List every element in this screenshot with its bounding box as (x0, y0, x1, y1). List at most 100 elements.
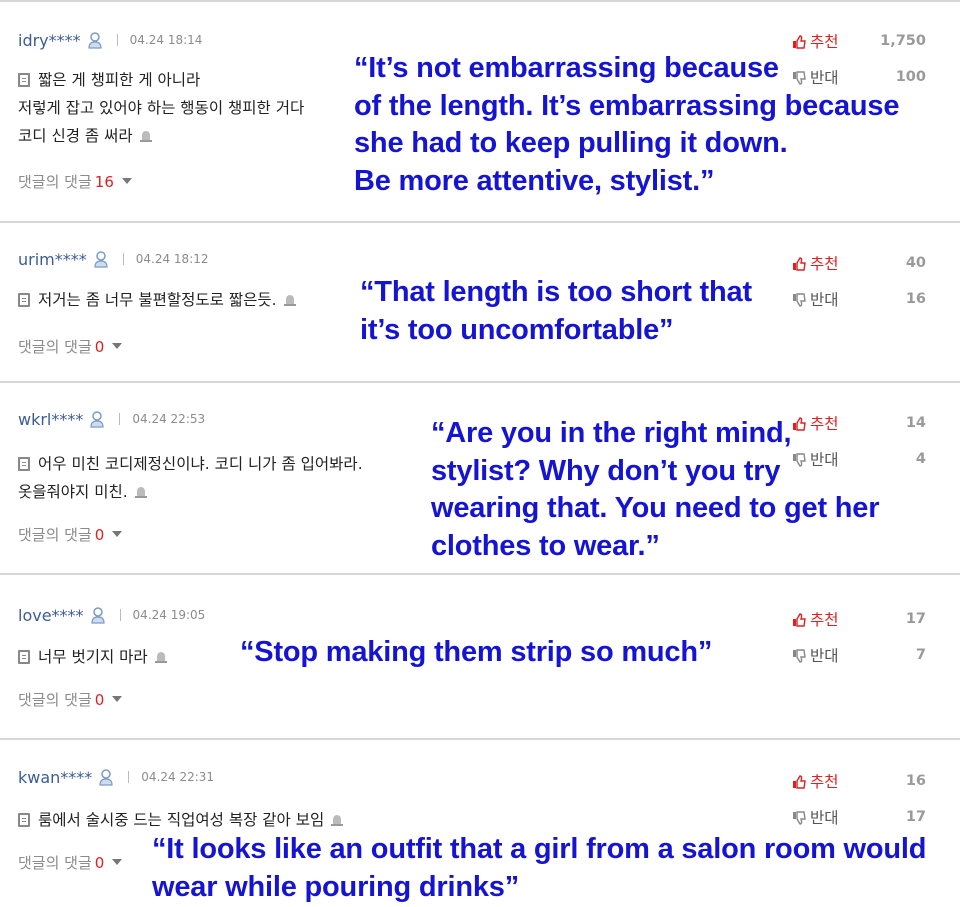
comment-date: 04.24 18:14 (129, 33, 203, 47)
comment-body: 짧은 게 챙피한 게 아니라 저렇게 잡고 있어야 하는 행동이 챙피한 거다 … (18, 66, 304, 150)
comment-item: kwan**** 04.24 22:31 룸에서 술시중 드는 직업여성 복장 … (0, 740, 960, 907)
comment-body: 룸에서 술시중 드는 직업여성 복장 같아 보임 (18, 806, 344, 834)
reply-toggle[interactable]: 댓글의 댓글 0 (18, 524, 123, 545)
reply-toggle[interactable]: 댓글의 댓글 16 (18, 171, 132, 192)
downvote-count: 4 (915, 451, 926, 467)
thumbs-down-icon (792, 810, 806, 825)
upvote-label: 추천 (810, 255, 839, 273)
comment-meta: idry**** 04.24 18:14 (18, 28, 202, 52)
document-icon (18, 650, 30, 664)
replies-label: 댓글의 댓글 (18, 691, 92, 709)
separator (119, 609, 121, 621)
upvote-button[interactable]: 추천 (792, 252, 839, 274)
thumbs-down-icon (792, 292, 806, 307)
downvote-count: 16 (905, 291, 926, 307)
translation-overlay: “It looks like an outfit that a girl fro… (152, 831, 926, 906)
user-profile-icon[interactable] (90, 606, 106, 624)
upvote-count: 17 (905, 611, 926, 627)
comment-item: love**** 04.24 19:05 너무 벗기지 마라 댓글의 댓글 0 추… (0, 575, 960, 738)
downvote-button[interactable]: 반대 (792, 288, 839, 310)
translation-line: “Are you in the right mind, (431, 417, 792, 449)
comment-username[interactable]: love**** (18, 606, 84, 625)
comment-username[interactable]: idry**** (18, 31, 81, 50)
user-profile-icon[interactable] (89, 410, 105, 428)
chevron-down-icon (112, 343, 123, 349)
upvote-label: 추천 (810, 611, 839, 629)
translation-line: “It looks like an outfit that a girl fro… (152, 833, 927, 865)
replies-label: 댓글의 댓글 (18, 526, 92, 544)
translation-overlay: “Are you in the right mind, stylist? Why… (431, 415, 880, 565)
translation-line: “That length is too short that (360, 276, 752, 308)
user-profile-icon[interactable] (98, 768, 114, 786)
comment-line: 저렇게 잡고 있어야 하는 행동이 챙피한 거다 (18, 99, 305, 117)
comment-meta: love**** 04.24 19:05 (18, 603, 205, 627)
downvote-button[interactable]: 반대 (792, 644, 839, 666)
comment-line: 너무 벗기지 마라 (38, 648, 148, 666)
upvote-button[interactable]: 추천 (792, 30, 839, 52)
replies-label: 댓글의 댓글 (18, 338, 92, 356)
upvote-button[interactable]: 추천 (792, 770, 839, 792)
document-icon (18, 293, 30, 307)
upvote-count: 16 (905, 773, 926, 789)
comment-meta: kwan**** 04.24 22:31 (18, 765, 214, 789)
comment-date: 04.24 22:31 (141, 770, 215, 784)
downvote-count: 17 (905, 809, 926, 825)
thumbs-up-icon (792, 612, 806, 627)
comment-line: 저거는 좀 너무 불편할정도로 짧은듯. (38, 291, 277, 309)
separator (116, 34, 118, 46)
downvote-label: 반대 (810, 647, 839, 665)
translation-overlay: “It’s not embarrassing because of the le… (354, 50, 899, 200)
downvote-count: 100 (895, 69, 926, 85)
downvote-button[interactable]: 반대 (792, 806, 839, 828)
translation-line: wearing that. You need to get her (431, 492, 880, 524)
reply-toggle[interactable]: 댓글의 댓글 0 (18, 689, 123, 710)
upvote-count: 40 (905, 255, 926, 271)
translation-overlay: “That length is too short that it’s too … (360, 274, 752, 349)
comment-item: idry**** 04.24 18:14 짧은 게 챙피한 게 아니라 저렇게 … (0, 0, 960, 221)
comment-username[interactable]: wkrl**** (18, 410, 83, 429)
comment-username[interactable]: kwan**** (18, 768, 92, 787)
thumbs-up-icon (792, 34, 806, 49)
reply-count: 0 (94, 526, 105, 544)
reply-toggle[interactable]: 댓글의 댓글 0 (18, 852, 123, 873)
report-icon[interactable] (283, 288, 297, 306)
translation-line: wear while pouring drinks” (152, 870, 520, 903)
downvote-label: 반대 (810, 291, 839, 309)
comment-item: wkrl**** 04.24 22:53 어우 미친 코디제정신이냐. 코디 니… (0, 383, 960, 573)
user-profile-icon[interactable] (87, 31, 103, 49)
comment-meta: urim**** 04.24 18:12 (18, 247, 209, 271)
comment-line: 코디 신경 좀 써라 (18, 127, 133, 145)
comment-line: 어우 미친 코디제정신이냐. 코디 니가 좀 입어봐라. (38, 455, 363, 473)
reply-toggle[interactable]: 댓글의 댓글 0 (18, 336, 123, 357)
chevron-down-icon (112, 696, 123, 702)
user-profile-icon[interactable] (93, 250, 109, 268)
comment-body: 너무 벗기지 마라 (18, 643, 168, 671)
chevron-down-icon (112, 859, 123, 865)
chevron-down-icon (121, 178, 132, 184)
comment-meta: wkrl**** 04.24 22:53 (18, 407, 205, 431)
comment-line: 옷을줘야지 미친. (18, 483, 128, 501)
reply-count: 0 (94, 854, 105, 872)
report-icon[interactable] (139, 124, 153, 142)
translation-line: clothes to wear.” (431, 529, 660, 562)
report-icon[interactable] (134, 480, 148, 498)
document-icon (18, 813, 30, 827)
replies-label: 댓글의 댓글 (18, 173, 92, 191)
comment-body: 저거는 좀 너무 불편할정도로 짧은듯. (18, 286, 297, 314)
thumbs-down-icon (792, 648, 806, 663)
translation-line: of the length. It’s embarrassing because (354, 89, 900, 122)
document-icon (18, 73, 30, 87)
translation-line: she had to keep pulling it down. (354, 127, 788, 159)
report-icon[interactable] (330, 808, 344, 826)
comment-line: 짧은 게 챙피한 게 아니라 (38, 71, 201, 89)
translation-overlay: “Stop making them strip so much” (240, 634, 712, 672)
separator (128, 771, 130, 783)
comment-username[interactable]: urim**** (18, 250, 87, 269)
comment-date: 04.24 18:12 (135, 252, 209, 266)
comment-line: 룸에서 술시중 드는 직업여성 복장 같아 보임 (38, 811, 325, 829)
upvote-count: 14 (905, 415, 926, 431)
thumbs-up-icon (792, 256, 806, 271)
upvote-button[interactable]: 추천 (792, 608, 839, 630)
report-icon[interactable] (154, 645, 168, 663)
downvote-count: 7 (915, 647, 926, 663)
